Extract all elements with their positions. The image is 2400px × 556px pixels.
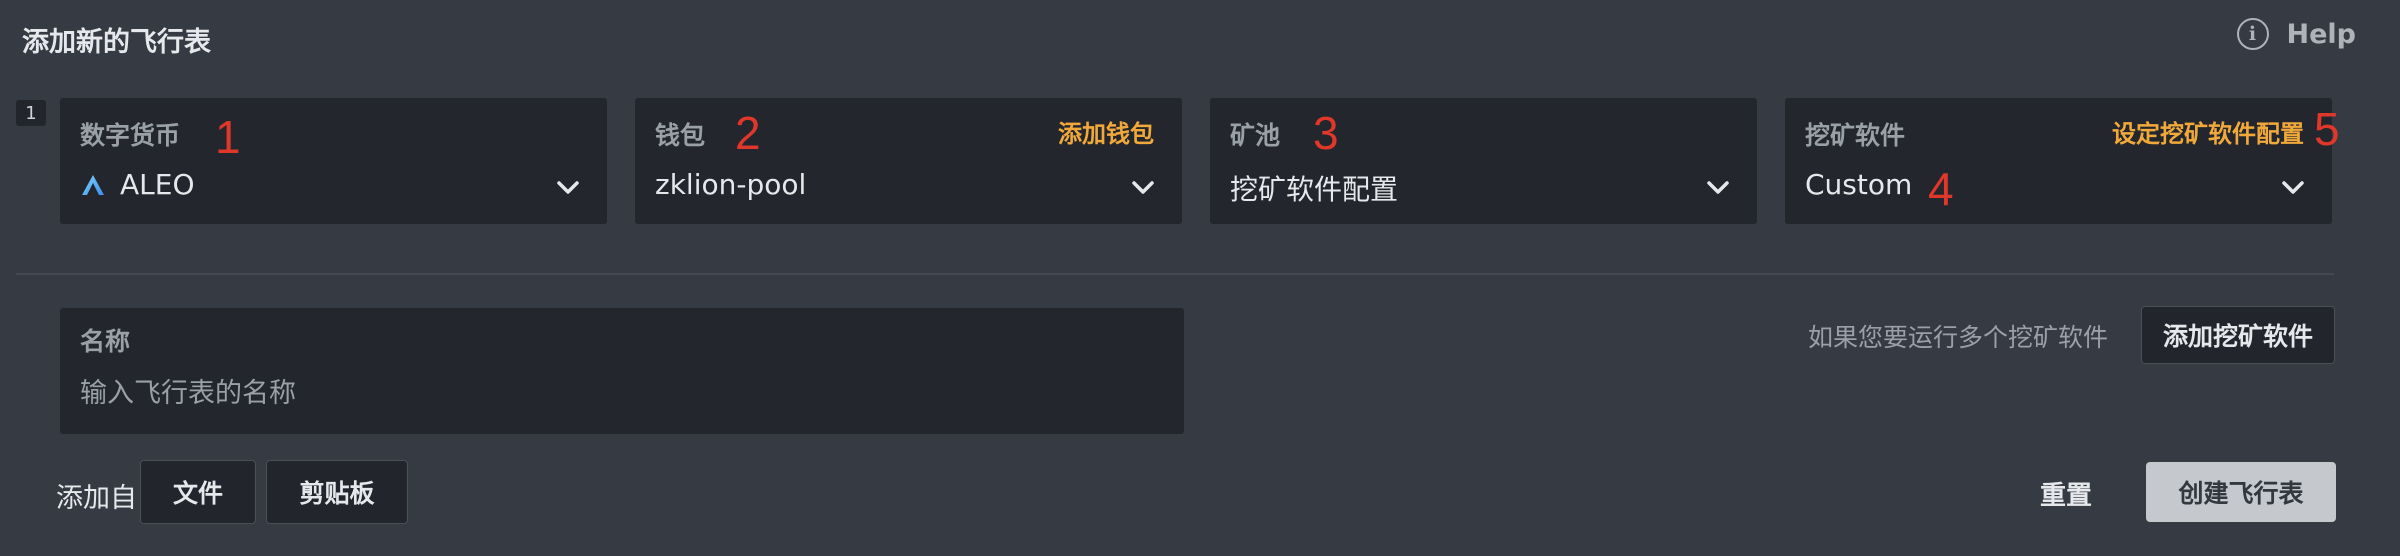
configure-miner-link[interactable]: 设定挖矿软件配置	[2112, 114, 2304, 149]
name-label: 名称	[80, 327, 131, 356]
coin-value-text: ALEO	[120, 168, 195, 201]
coin-select[interactable]: 数字货币 ALEO	[60, 98, 607, 224]
annotation-5: 5	[2314, 103, 2340, 155]
miner-value: Custom	[1805, 168, 1912, 201]
name-field: 名称	[60, 308, 1184, 434]
pool-select[interactable]: 矿池 挖矿软件配置	[1210, 98, 1757, 224]
file-button[interactable]: 文件	[140, 460, 256, 524]
help-button[interactable]: i Help	[2236, 18, 2357, 50]
add-wallet-link[interactable]: 添加钱包	[1058, 114, 1154, 149]
coin-value: ALEO	[80, 168, 194, 201]
reset-button[interactable]: 重置	[2040, 475, 2092, 512]
name-input[interactable]	[80, 370, 1140, 416]
multi-miner-hint: 如果您要运行多个挖矿软件	[1808, 323, 2109, 352]
miner-value-text: Custom	[1805, 168, 1913, 201]
chevron-down-icon	[1132, 181, 1154, 194]
miner-select[interactable]: 挖矿软件 设定挖矿软件配置 Custom	[1785, 98, 2332, 224]
create-flight-sheet-button[interactable]: 创建飞行表	[2146, 462, 2336, 522]
help-label: Help	[2286, 18, 2357, 50]
chevron-down-icon	[1707, 181, 1729, 194]
wallet-value: zklion-pool	[655, 168, 806, 201]
annotation-4: 4	[1928, 163, 1954, 215]
wallet-select[interactable]: 钱包 添加钱包 zklion-pool	[635, 98, 1182, 224]
annotation-1: 1	[215, 111, 241, 163]
chevron-down-icon	[2282, 181, 2304, 194]
add-from-label: 添加自	[56, 483, 137, 514]
section-divider	[16, 273, 2334, 275]
miner-label: 挖矿软件	[1805, 121, 1906, 150]
pool-value: 挖矿软件配置	[1230, 168, 1398, 208]
annotation-2: 2	[735, 107, 761, 159]
pool-value-text: 挖矿软件配置	[1230, 173, 1399, 206]
chevron-down-icon	[557, 181, 579, 194]
coin-label: 数字货币	[80, 121, 181, 150]
pool-label: 矿池	[1230, 121, 1281, 150]
annotation-3: 3	[1313, 107, 1339, 159]
aleo-logo-icon	[82, 174, 104, 195]
row-number-badge: 1	[16, 100, 46, 126]
clipboard-button[interactable]: 剪贴板	[266, 460, 408, 524]
page-title: 添加新的飞行表	[22, 27, 211, 58]
info-icon: i	[2236, 18, 2269, 50]
add-miner-button[interactable]: 添加挖矿软件	[2141, 306, 2335, 364]
wallet-value-text: zklion-pool	[655, 168, 807, 201]
wallet-label: 钱包	[655, 121, 706, 150]
